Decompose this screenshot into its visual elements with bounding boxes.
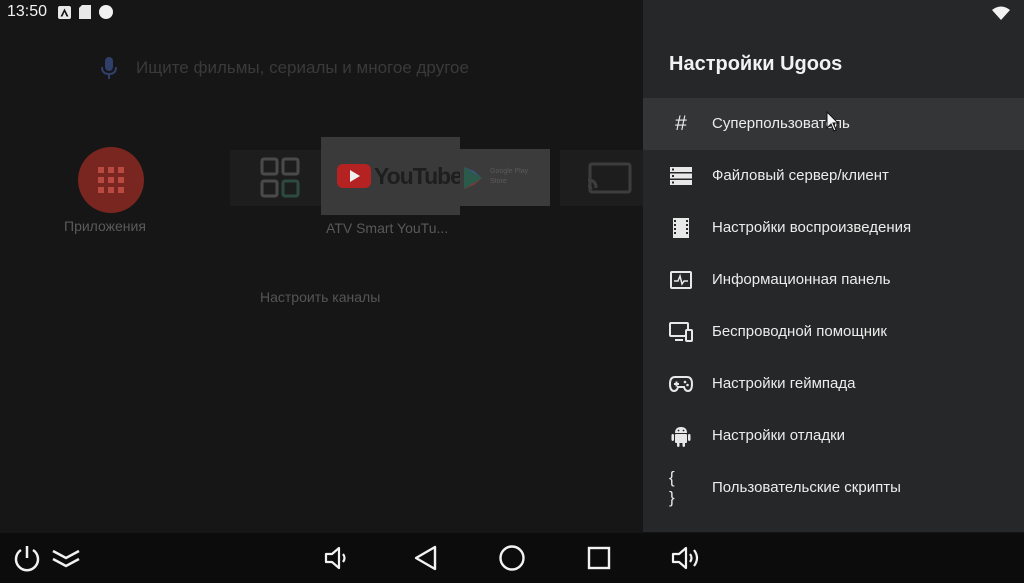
volume-up-icon <box>671 546 699 570</box>
menu-item-label: Настройки воспроизведения <box>712 219 912 236</box>
server-icon <box>669 164 693 188</box>
status-time: 13:50 <box>7 3 48 20</box>
collapse-icon <box>52 549 80 568</box>
apps-label: Приложения <box>64 218 146 234</box>
ugoos-settings-panel: Настройки Ugoos # Суперпользователь Файл… <box>643 0 1024 532</box>
braces-icon: { } <box>669 468 678 507</box>
cast-icon <box>587 162 632 194</box>
home-button[interactable] <box>496 543 528 573</box>
menu-item-label: Пользовательские скрипты <box>712 479 901 496</box>
menu-item-label: Настройки отладки <box>712 427 846 444</box>
app-tile-grid[interactable] <box>230 150 330 206</box>
recents-button[interactable] <box>583 543 615 573</box>
menu-item-debug-settings[interactable]: Настройки отладки <box>643 410 1024 462</box>
gamepad-icon <box>669 372 693 396</box>
android-icon <box>669 424 693 448</box>
youtube-logo-text: YouTube <box>374 163 460 189</box>
back-button[interactable] <box>410 543 442 573</box>
grid-app-icon <box>260 157 300 198</box>
back-icon <box>414 545 437 571</box>
navigation-bar <box>0 533 1024 583</box>
devices-icon <box>669 320 693 344</box>
launcher-background: Ищите фильмы, сериалы и многое другое Пр… <box>0 0 643 540</box>
mouse-cursor-icon <box>826 111 840 132</box>
menu-item-gamepad-settings[interactable]: Настройки геймпада <box>643 358 1024 410</box>
menu-item-user-scripts[interactable]: { } Пользовательские скрипты <box>643 462 1024 514</box>
app-tile-youtube[interactable]: YouTube <box>321 137 463 215</box>
apps-button[interactable] <box>78 147 144 213</box>
film-icon <box>669 216 693 240</box>
sd-card-icon <box>79 5 91 19</box>
youtube-logo-icon: YouTube <box>337 163 463 189</box>
menu-item-wireless-assistant[interactable]: Беспроводной помощник <box>643 306 1024 358</box>
a-notification-icon <box>58 5 71 19</box>
volume-down-icon <box>324 546 346 570</box>
menu-item-info-panel[interactable]: Информационная панель <box>643 254 1024 306</box>
hash-icon: # <box>675 112 687 135</box>
customize-channels-label[interactable]: Настроить каналы <box>260 289 380 305</box>
menu-item-label: Файловый сервер/клиент <box>712 167 889 184</box>
settings-menu: # Суперпользователь Файловый сервер/клие… <box>643 98 1024 514</box>
monitor-pulse-icon <box>669 268 693 292</box>
menu-item-label: Информационная панель <box>712 271 891 288</box>
menu-item-label: Беспроводной помощник <box>712 323 887 340</box>
collapse-button[interactable] <box>50 543 82 573</box>
menu-item-label: Настройки геймпада <box>712 375 856 392</box>
volume-down-button[interactable] <box>321 543 353 573</box>
app-tile-google-play[interactable]: Google Play Store <box>460 149 550 206</box>
panel-title: Настройки Ugoos <box>669 53 843 75</box>
menu-item-playback-settings[interactable]: Настройки воспроизведения <box>643 202 1024 254</box>
google-play-label: Google Play Store <box>490 168 529 185</box>
power-icon <box>14 546 40 572</box>
app-tile-cast[interactable] <box>560 150 643 206</box>
android-tv-screen: Ищите фильмы, сериалы и многое другое Пр… <box>0 0 1024 583</box>
volume-up-button[interactable] <box>670 543 702 573</box>
home-icon <box>499 545 525 571</box>
search-bar[interactable]: Ищите фильмы, сериалы и многое другое <box>100 56 469 80</box>
apps-grid-icon <box>98 167 124 193</box>
wifi-icon <box>992 6 1010 20</box>
microphone-icon[interactable] <box>100 56 118 80</box>
recents-icon <box>587 546 611 570</box>
circle-notification-icon <box>99 5 113 19</box>
search-placeholder: Ищите фильмы, сериалы и многое другое <box>136 58 469 77</box>
power-button[interactable] <box>11 543 43 573</box>
youtube-caption: ATV Smart YouTu... <box>326 220 449 236</box>
menu-item-file-server[interactable]: Файловый сервер/клиент <box>643 150 1024 202</box>
